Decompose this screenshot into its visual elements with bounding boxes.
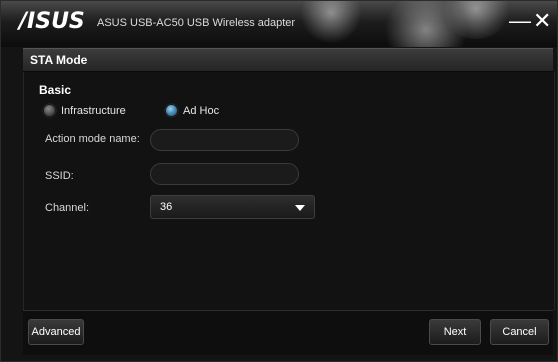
radio-infrastructure[interactable]: Infrastructure	[43, 104, 126, 117]
radio-label: Infrastructure	[61, 104, 126, 117]
action-mode-name-input[interactable]	[150, 129, 299, 151]
window-title: ASUS USB-AC50 USB Wireless adapter	[97, 17, 296, 29]
minimize-icon[interactable]: —	[509, 9, 531, 33]
channel-value: 36	[160, 201, 173, 213]
app-window: /ISUS ASUS USB-AC50 USB Wireless adapter…	[0, 0, 558, 362]
page-header: STA Mode	[23, 48, 553, 72]
radio-button-icon[interactable]	[43, 104, 56, 117]
footer-bar: Advanced Next Cancel	[23, 310, 553, 355]
ssid-label: SSID:	[45, 170, 74, 182]
title-bar[interactable]: /ISUS ASUS USB-AC50 USB Wireless adapter…	[1, 1, 557, 47]
dropdown-arrow-icon	[295, 205, 305, 211]
close-icon[interactable]: ✕	[533, 9, 551, 33]
cancel-button[interactable]: Cancel	[490, 319, 549, 345]
page-title: STA Mode	[30, 53, 88, 67]
asus-logo: /ISUS	[19, 9, 85, 34]
title-decoration	[301, 1, 361, 43]
radio-button-selected-icon[interactable]	[165, 104, 178, 117]
channel-label: Channel:	[45, 202, 90, 214]
channel-select[interactable]: 36	[150, 195, 315, 219]
action-mode-name-label: Action mode name:	[45, 133, 140, 145]
advanced-button[interactable]: Advanced	[28, 319, 84, 345]
radio-ad-hoc[interactable]: Ad Hoc	[165, 104, 219, 117]
section-title-basic: Basic	[39, 83, 72, 97]
ssid-input[interactable]	[150, 163, 299, 185]
radio-label: Ad Hoc	[183, 104, 220, 117]
next-button[interactable]: Next	[429, 319, 481, 345]
